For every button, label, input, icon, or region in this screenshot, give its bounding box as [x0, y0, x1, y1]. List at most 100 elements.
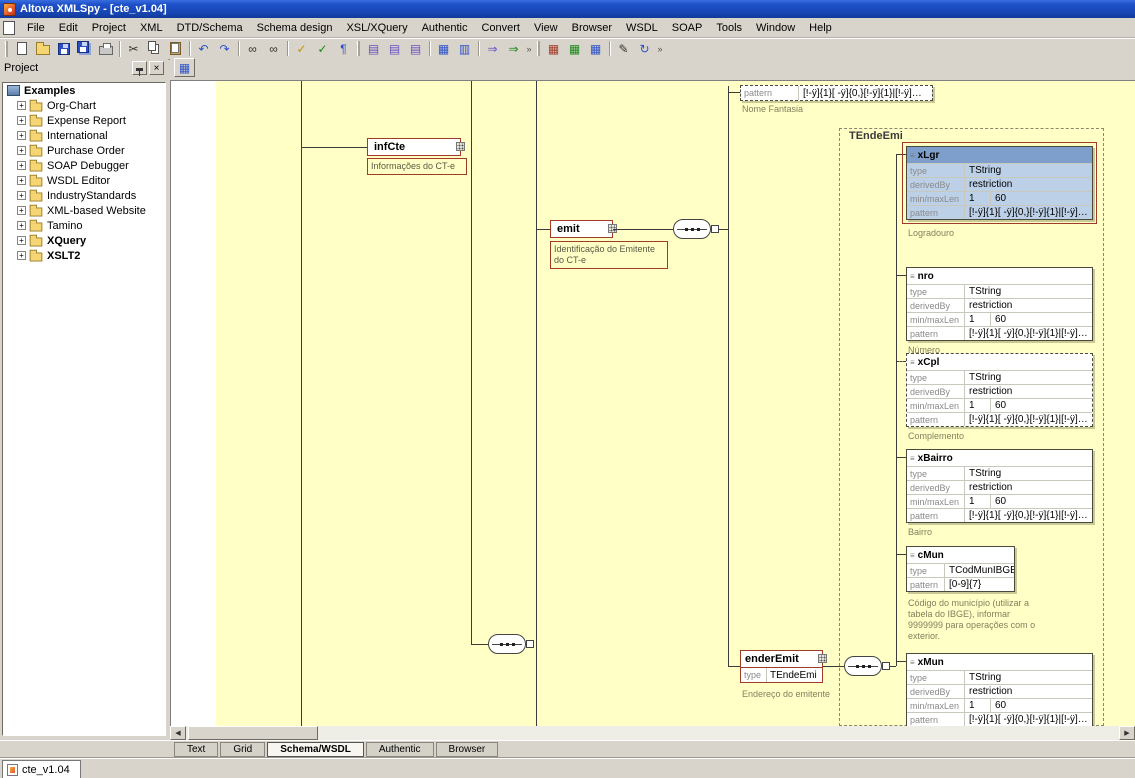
facet-value[interactable]: TString	[965, 285, 1092, 298]
element-name-row[interactable]: ≡nro	[907, 268, 1092, 284]
facet-row-type[interactable]: typeTString	[907, 466, 1092, 480]
close-panel-button[interactable]: ×	[149, 61, 164, 75]
facet-value-min[interactable]: 1	[965, 399, 991, 412]
facet-row-pattern[interactable]: pattern[!-ÿ]{1}[ -ÿ]{0,}[!-ÿ]{1}|[!-ÿ]…	[907, 712, 1092, 726]
facet-value-max[interactable]: 60	[991, 495, 1092, 508]
expand-icon[interactable]: +	[17, 131, 26, 140]
facet-table-xLgr[interactable]: ≡xLgr typeTString derivedByrestriction m…	[906, 146, 1093, 220]
element-infCte[interactable]: infCte	[367, 138, 461, 156]
expand-icon[interactable]: +	[17, 161, 26, 170]
facet-table-xMun[interactable]: ≡xMun typeTString derivedByrestriction m…	[906, 653, 1093, 726]
expand-icon[interactable]: +	[17, 146, 26, 155]
schema-design-canvas[interactable]: infCte Informações do CT-e emit Identifi…	[170, 80, 1135, 726]
tab-grid[interactable]: Grid	[220, 742, 265, 757]
expand-icon[interactable]: +	[17, 116, 26, 125]
tree-item-expense-report[interactable]: +Expense Report	[3, 113, 165, 128]
toolbar-grip[interactable]	[537, 41, 540, 57]
facet-value-max[interactable]: 60	[991, 192, 1092, 205]
tree-item-xquery[interactable]: +XQuery	[3, 233, 165, 248]
facet-table-xBairro[interactable]: ≡xBairro typeTString derivedByrestrictio…	[906, 449, 1093, 523]
tree-item-international[interactable]: +International	[3, 128, 165, 143]
expand-icon[interactable]: +	[17, 176, 26, 185]
scrollbar-track[interactable]	[318, 726, 1119, 740]
menu-xsl-xquery[interactable]: XSL/XQuery	[339, 19, 414, 37]
tree-item-org-chart[interactable]: +Org-Chart	[3, 98, 165, 113]
document-icon[interactable]	[3, 21, 15, 35]
facet-value[interactable]: [!-ÿ]{1}[ -ÿ]{0,}[!-ÿ]{1}|[!-ÿ]…	[965, 713, 1092, 726]
facet-value[interactable]: [!-ÿ]{1}[ -ÿ]{0,}[!-ÿ]{1}|[!-ÿ]…	[965, 327, 1092, 340]
save-button[interactable]	[53, 39, 74, 58]
facet-value[interactable]: [!-ÿ]{1}[ -ÿ]{0,}[!-ÿ]{1}|[!-ÿ]…	[965, 509, 1092, 522]
element-type-row[interactable]: type TEndeEmi	[741, 667, 822, 682]
facet-table-xFant[interactable]: pattern [!-ÿ]{1}[ -ÿ]{0,}[!-ÿ]{1}|[!-ÿ]…	[740, 85, 933, 101]
tree-item-soap-debugger[interactable]: +SOAP Debugger	[3, 158, 165, 173]
facet-row-pattern[interactable]: pattern[!-ÿ]{1}[ -ÿ]{0,}[!-ÿ]{1}|[!-ÿ]…	[907, 412, 1092, 426]
facet-row-derivedBy[interactable]: derivedByrestriction	[907, 177, 1092, 191]
facet-value-min[interactable]: 1	[965, 313, 991, 326]
facet-row-type[interactable]: typeTCodMunIBGE	[907, 563, 1014, 577]
facet-row-type[interactable]: typeTString	[907, 284, 1092, 298]
expand-icon[interactable]: +	[17, 191, 26, 200]
tab-schema-wsdl[interactable]: Schema/WSDL	[267, 742, 364, 757]
toolbar-grip[interactable]	[5, 41, 8, 57]
expand-icon[interactable]: +	[17, 236, 26, 245]
facet-value[interactable]: restriction	[965, 481, 1092, 494]
facet-row-minmaxlen[interactable]: min/maxLen160	[907, 398, 1092, 412]
menu-xml[interactable]: XML	[133, 19, 170, 37]
menu-window[interactable]: Window	[749, 19, 802, 37]
menu-help[interactable]: Help	[802, 19, 839, 37]
cut-button[interactable]: ✂	[123, 39, 144, 58]
facet-value[interactable]: [!-ÿ]{1}[ -ÿ]{0,}[!-ÿ]{1}|[!-ÿ]…	[965, 413, 1092, 426]
facet-row-minmaxlen[interactable]: min/maxLen160	[907, 698, 1092, 712]
element-name-row[interactable]: enderEmit	[741, 651, 822, 667]
element-name-row[interactable]: ≡xLgr	[907, 147, 1092, 163]
new-document-button[interactable]	[11, 39, 32, 58]
tab-browser[interactable]: Browser	[436, 742, 499, 757]
facet-row-minmaxlen[interactable]: min/maxLen160	[907, 191, 1092, 205]
menu-soap[interactable]: SOAP	[665, 19, 710, 37]
document-tab-cte-v1-04[interactable]: cte_v1.04	[2, 760, 81, 778]
facet-value[interactable]: [0-9]{7}	[945, 578, 1014, 591]
sequence-compositor[interactable]	[673, 219, 711, 239]
facet-row-pattern[interactable]: pattern[!-ÿ]{1}[ -ÿ]{0,}[!-ÿ]{1}|[!-ÿ]…	[907, 205, 1092, 219]
tree-item-wsdl-editor[interactable]: +WSDL Editor	[3, 173, 165, 188]
expand-icon[interactable]: +	[17, 221, 26, 230]
menu-edit[interactable]: Edit	[52, 19, 85, 37]
tab-text[interactable]: Text	[174, 742, 218, 757]
tree-item-examples[interactable]: Examples	[3, 83, 165, 98]
menu-dtd-schema[interactable]: DTD/Schema	[170, 19, 250, 37]
facet-value[interactable]: TString	[965, 371, 1092, 384]
tab-authentic[interactable]: Authentic	[366, 742, 434, 757]
facet-value-max[interactable]: 60	[991, 699, 1092, 712]
toolbar-overflow-button[interactable]: »	[524, 44, 534, 54]
facet-row-derivedBy[interactable]: derivedByrestriction	[907, 298, 1092, 312]
element-name-row[interactable]: ≡xBairro	[907, 450, 1092, 466]
open-button[interactable]	[32, 39, 53, 58]
menu-convert[interactable]: Convert	[474, 19, 527, 37]
tree-item-xml-based-website[interactable]: +XML-based Website	[3, 203, 165, 218]
facet-row-type[interactable]: typeTString	[907, 670, 1092, 684]
tree-item-xslt2[interactable]: +XSLT2	[3, 248, 165, 263]
element-name-row[interactable]: ≡xMun	[907, 654, 1092, 670]
schema-display-config-button[interactable]: ▦	[174, 58, 195, 77]
facet-row-minmaxlen[interactable]: min/maxLen160	[907, 312, 1092, 326]
scroll-left-button[interactable]: ◀	[170, 726, 186, 740]
facet-value[interactable]: restriction	[965, 685, 1092, 698]
sequence-compositor[interactable]	[844, 656, 882, 676]
toolbar-overflow-button[interactable]: »	[655, 44, 665, 54]
expand-icon[interactable]: +	[17, 206, 26, 215]
facet-row-derivedBy[interactable]: derivedByrestriction	[907, 384, 1092, 398]
facet-value[interactable]: restriction	[965, 299, 1092, 312]
facet-value[interactable]: TString	[965, 467, 1092, 480]
facet-value[interactable]: restriction	[965, 385, 1092, 398]
toolbar-grip[interactable]	[357, 41, 360, 57]
menu-project[interactable]: Project	[85, 19, 133, 37]
facet-table-cMun[interactable]: ≡cMun typeTCodMunIBGE pattern[0-9]{7}	[906, 546, 1015, 592]
sequence-compositor[interactable]	[488, 634, 526, 654]
print-button[interactable]	[95, 39, 116, 58]
facet-value[interactable]: [!-ÿ]{1}[ -ÿ]{0,}[!-ÿ]{1}|[!-ÿ]…	[965, 206, 1092, 219]
facet-row-pattern[interactable]: pattern[!-ÿ]{1}[ -ÿ]{0,}[!-ÿ]{1}|[!-ÿ]…	[907, 326, 1092, 340]
pin-panel-button[interactable]	[132, 61, 147, 75]
facet-value[interactable]: [!-ÿ]{1}[ -ÿ]{0,}[!-ÿ]{1}|[!-ÿ]…	[799, 86, 932, 100]
save-all-button[interactable]	[74, 39, 95, 58]
